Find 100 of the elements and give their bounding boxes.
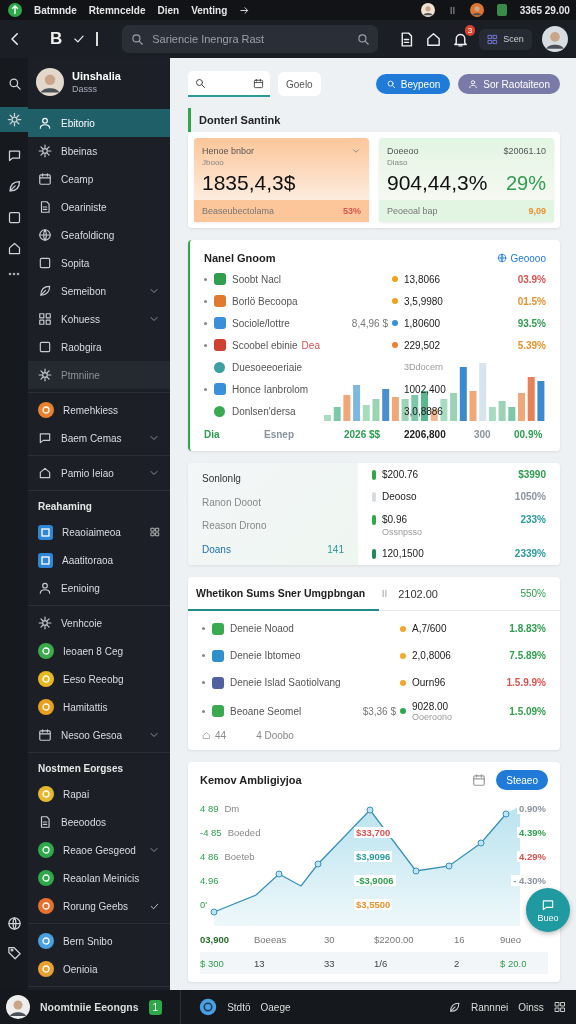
sidebar-item[interactable]: Reaoe Gesgeod bbox=[28, 836, 170, 864]
gear-icon[interactable] bbox=[6, 112, 22, 127]
sidebar-item[interactable]: Semeibon bbox=[28, 277, 170, 305]
axis-label: Boeeas bbox=[254, 933, 288, 945]
calendar-icon[interactable] bbox=[472, 773, 487, 787]
change-value: 4.39% bbox=[517, 826, 548, 838]
footer-link[interactable]: Oaege bbox=[260, 1001, 291, 1013]
chat-icon bbox=[541, 897, 555, 912]
home-icon[interactable] bbox=[6, 241, 22, 256]
data-point bbox=[275, 870, 283, 878]
total-value: $ 300 bbox=[200, 957, 225, 969]
balance-change: 233% bbox=[520, 513, 546, 525]
item-value: 2,0,8006 bbox=[412, 650, 452, 661]
item-name: Soobt Nacl bbox=[232, 273, 282, 285]
sidebar-item[interactable]: Oenioia bbox=[28, 955, 170, 983]
sidebar-item[interactable]: Eenioing bbox=[28, 574, 170, 602]
header-value: 2102.00 bbox=[398, 587, 438, 600]
bullet-icon bbox=[204, 321, 207, 325]
bullet-icon bbox=[204, 299, 207, 303]
footer-link[interactable]: Stdtö bbox=[227, 1001, 251, 1013]
sidebar-item[interactable]: Rapai bbox=[28, 780, 170, 808]
gear-icon bbox=[38, 144, 52, 158]
point-value: $3,5500 bbox=[354, 898, 393, 910]
menu-item[interactable]: Dien bbox=[157, 4, 180, 16]
tag-icon[interactable] bbox=[6, 945, 22, 960]
total-value: $ 20.0 bbox=[500, 957, 528, 969]
card-value: 904,44,3% bbox=[387, 171, 488, 195]
count-badge: 1 bbox=[148, 999, 163, 1015]
avatar[interactable] bbox=[6, 995, 30, 1019]
square-icon[interactable] bbox=[6, 210, 22, 225]
calendar-icon bbox=[38, 728, 52, 742]
sidebar-item[interactable]: Kohuess bbox=[28, 305, 170, 333]
sidebar-item[interactable]: Sopita bbox=[28, 249, 170, 277]
leaf-icon[interactable] bbox=[447, 1000, 461, 1014]
filter-chip[interactable]: Goelo bbox=[278, 72, 321, 96]
sidebar-item[interactable]: Baem Cemas bbox=[28, 424, 170, 452]
balance-link[interactable]: Doans bbox=[202, 543, 231, 555]
tab[interactable]: Whetikon Sums Sner Umgpbngan bbox=[188, 577, 380, 611]
document-icon bbox=[38, 200, 52, 214]
trend-button[interactable]: Steaeo bbox=[496, 770, 548, 790]
sidebar-item[interactable]: Pamio Ieiao bbox=[28, 459, 170, 487]
footer-link[interactable]: Oinss bbox=[518, 1001, 544, 1013]
avatar[interactable] bbox=[36, 68, 64, 96]
home-icon[interactable] bbox=[425, 30, 443, 48]
grid-icon bbox=[38, 312, 52, 326]
sidebar-item[interactable]: Oeariniste bbox=[28, 193, 170, 221]
panel-title: Sonlonlg bbox=[202, 473, 242, 484]
sidebar-item[interactable]: Ieoaen 8 Ceg bbox=[28, 637, 170, 665]
axis-label: 30 bbox=[324, 933, 336, 945]
person-icon bbox=[38, 116, 52, 130]
panel-title: Nanel Gnoom bbox=[204, 252, 276, 264]
gear-icon bbox=[38, 368, 52, 382]
panel-link[interactable]: Geoooo bbox=[497, 252, 546, 264]
menu-item[interactable]: Batmnde bbox=[34, 4, 77, 16]
sidebar-item[interactable]: Nesoo Gesoa bbox=[28, 721, 170, 749]
item-name: Deneie Noaod bbox=[230, 623, 295, 634]
more-icon[interactable] bbox=[8, 272, 20, 276]
card-footer-value: 53% bbox=[343, 206, 361, 216]
card-footer-value: 9,09 bbox=[528, 206, 546, 216]
sidebar-item[interactable]: Rorung Geebs bbox=[28, 892, 170, 920]
chat-icon[interactable] bbox=[6, 148, 22, 163]
search-field[interactable]: Sariencie Inengra Rast bbox=[122, 25, 379, 53]
search-icon bbox=[194, 77, 206, 89]
avatar[interactable] bbox=[469, 3, 484, 17]
item-change: 93.5% bbox=[516, 317, 546, 329]
card-sublabel: Diaso bbox=[387, 158, 409, 167]
user-menu-button[interactable]: Scen bbox=[479, 28, 532, 50]
sidebar-item[interactable]: Raobgira bbox=[28, 333, 170, 361]
item-change: 1.8.83% bbox=[508, 623, 546, 634]
sidebar-item[interactable]: Bbeinas bbox=[28, 137, 170, 165]
sidebar-item[interactable]: Ebitorio bbox=[28, 109, 170, 137]
user-name: Uinshalia bbox=[72, 70, 121, 82]
bullet-icon bbox=[202, 627, 205, 630]
sidebar-item[interactable]: Beeoodos bbox=[28, 808, 170, 836]
person-icon bbox=[468, 79, 479, 89]
menu-item[interactable]: Venting bbox=[191, 4, 228, 16]
footer-link[interactable]: Rannnei bbox=[470, 1001, 509, 1013]
item-value: 3,0,8886 bbox=[404, 405, 444, 417]
sidebar-item[interactable]: Reaoiaimeoa bbox=[28, 518, 170, 546]
sidebar-item[interactable]: Geafoldicng bbox=[28, 221, 170, 249]
item-amount: $3,36 $ bbox=[361, 705, 397, 717]
sidebar-item[interactable]: Eeso Reeobg bbox=[28, 665, 170, 693]
sidebar-item[interactable]: Bern Snibo bbox=[28, 927, 170, 955]
avatar[interactable] bbox=[541, 26, 568, 52]
sidebar-item[interactable]: Reaolan Meinicis bbox=[28, 864, 170, 892]
grid-icon[interactable] bbox=[553, 1001, 566, 1013]
action-button[interactable]: Sor Raotaiteon bbox=[458, 74, 560, 94]
axis-label: Boeteb bbox=[224, 850, 255, 862]
action-button[interactable]: Beypeon bbox=[375, 74, 451, 94]
menu-item[interactable]: Rtemncelde bbox=[88, 4, 146, 16]
avatar[interactable] bbox=[420, 3, 435, 17]
balance-value: Deooso bbox=[382, 491, 418, 503]
sidebar-item[interactable]: Venhcoie bbox=[28, 609, 170, 637]
sidebar-item[interactable]: Aaatitoraoa bbox=[28, 546, 170, 574]
bullet-icon bbox=[202, 681, 205, 684]
search-field[interactable] bbox=[188, 71, 270, 97]
sidebar-item[interactable]: Hamitattis bbox=[28, 693, 170, 721]
sidebar-item[interactable]: Remehkiess bbox=[28, 396, 170, 424]
app-logo-icon[interactable] bbox=[8, 3, 22, 17]
sidebar-item[interactable]: Ceamp bbox=[28, 165, 170, 193]
